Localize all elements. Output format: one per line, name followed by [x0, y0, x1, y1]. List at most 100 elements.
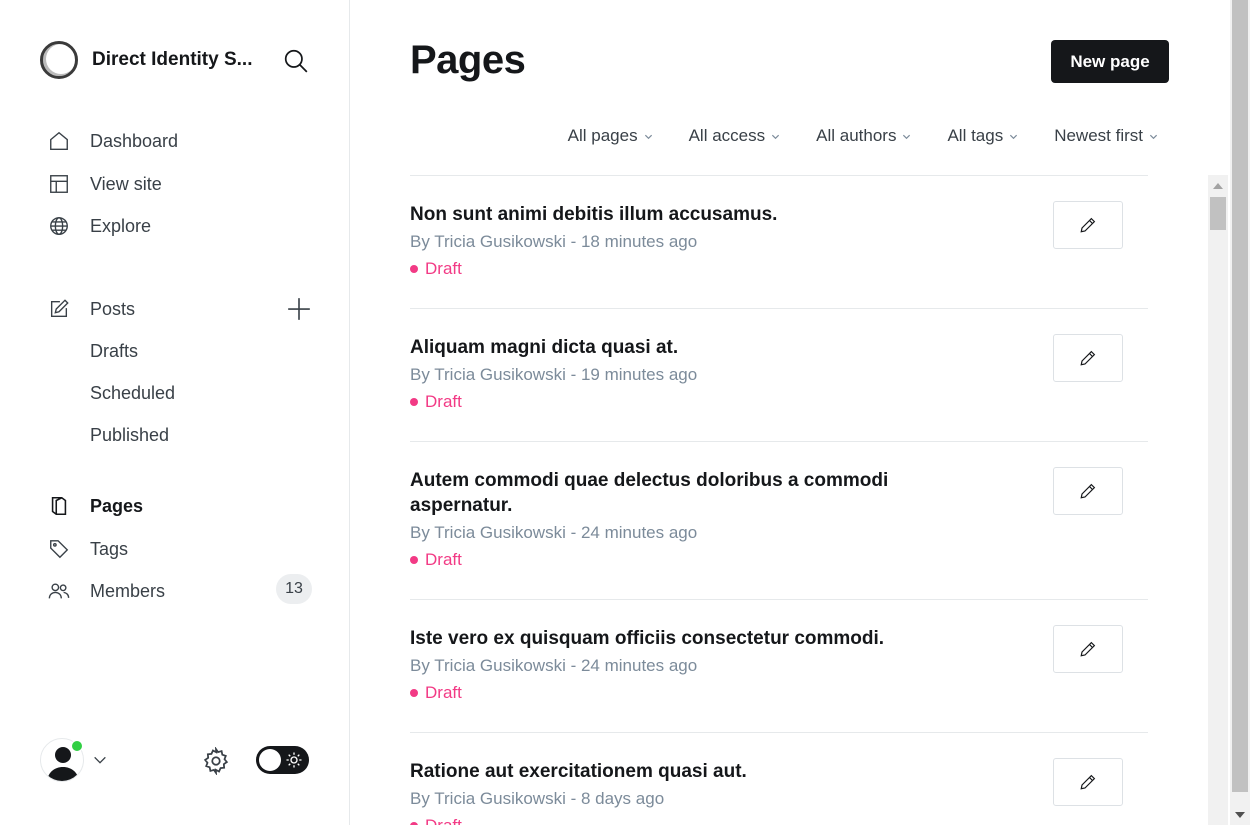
sun-icon [286, 752, 302, 768]
scrollbar-thumb[interactable] [1232, 0, 1248, 792]
status-label: Draft [425, 392, 462, 411]
status-label: Draft [425, 816, 462, 825]
edit-page-button[interactable] [1053, 625, 1123, 673]
pencil-icon [1080, 350, 1096, 366]
new-page-button[interactable]: New page [1051, 40, 1169, 83]
theme-toggle[interactable] [256, 746, 309, 774]
list-item: Aliquam magni dicta quasi at. By Tricia … [410, 308, 1148, 441]
site-name: Direct Identity S... [92, 49, 253, 70]
filter-label: All authors [816, 126, 897, 145]
edit-page-button[interactable] [1053, 334, 1123, 382]
page-meta: By Tricia Gusikowski - 19 minutes ago [410, 365, 698, 384]
status-badge: Draft [410, 259, 462, 279]
filter-label: All access [688, 126, 766, 145]
page-title-link[interactable]: Iste vero ex quisquam officiis consectet… [410, 626, 930, 651]
page-meta: By Tricia Gusikowski - 24 minutes ago [410, 523, 698, 542]
filter-label: Newest first [1054, 126, 1143, 145]
pages-list: Non sunt animi debitis illum accusamus. … [410, 175, 1148, 825]
page-title-link[interactable]: Non sunt animi debitis illum accusamus. [410, 202, 930, 227]
chevron-down-icon [772, 134, 780, 139]
status-label: Draft [425, 550, 462, 569]
list-item: Iste vero ex quisquam officiis consectet… [410, 599, 1148, 732]
nav-drafts[interactable]: Drafts [90, 336, 138, 366]
nav-members[interactable]: Members 13 [40, 574, 312, 608]
status-dot [410, 265, 418, 273]
status-badge: Draft [410, 683, 462, 703]
list-item: Autem commodi quae delectus doloribus a … [410, 441, 1148, 599]
edit-page-button[interactable] [1053, 758, 1123, 806]
nav-label: Pages [90, 495, 144, 516]
scrollbar-thumb[interactable] [1210, 197, 1226, 230]
toggle-knob [259, 749, 281, 771]
status-label: Draft [425, 683, 462, 702]
add-post-icon[interactable] [286, 296, 312, 322]
status-badge: Draft [410, 816, 462, 825]
sidebar: Direct Identity S... Dashboard View site… [0, 0, 350, 825]
nav-label: Dashboard [90, 130, 179, 151]
home-icon [47, 129, 71, 153]
pencil-icon [1080, 217, 1096, 233]
search-icon[interactable] [283, 48, 309, 74]
nav-tags[interactable]: Tags [40, 532, 312, 566]
status-label: Draft [425, 259, 462, 278]
site-logo [40, 41, 78, 79]
chevron-down-icon [94, 756, 106, 764]
edit-page-button[interactable] [1053, 201, 1123, 249]
nav-explore[interactable]: Explore [40, 209, 312, 243]
nav-view-site[interactable]: View site [40, 167, 312, 201]
page-title: Pages [410, 38, 526, 82]
page-title-link[interactable]: Autem commodi quae delectus doloribus a … [410, 468, 930, 518]
nav-dashboard[interactable]: Dashboard [40, 124, 312, 158]
nav-label: Explore [90, 215, 152, 236]
nav-published[interactable]: Published [90, 420, 169, 450]
pencil-icon [1080, 483, 1096, 499]
chevron-down-icon [903, 134, 911, 139]
nav-pages[interactable]: Pages [40, 489, 312, 523]
status-dot [410, 556, 418, 564]
status-badge: Draft [410, 392, 462, 412]
filter-access[interactable]: All access [689, 126, 781, 146]
user-menu[interactable] [40, 738, 112, 782]
chevron-down-icon [1010, 134, 1018, 139]
book-icon [47, 494, 71, 518]
nav-scheduled[interactable]: Scheduled [90, 378, 175, 408]
filter-sort[interactable]: Newest first [1054, 126, 1158, 146]
nav-label: Members [90, 580, 166, 601]
page-title-link[interactable]: Ratione aut exercitationem quasi aut. [410, 759, 930, 784]
scroll-up-arrow[interactable] [1213, 183, 1223, 189]
filter-tags[interactable]: All tags [947, 126, 1018, 146]
window-scrollbar[interactable] [1230, 0, 1250, 825]
chevron-down-icon [1149, 134, 1158, 139]
filter-type[interactable]: All pages [568, 126, 653, 146]
list-scrollbar[interactable] [1208, 175, 1228, 825]
edit-page-button[interactable] [1053, 467, 1123, 515]
filter-label: All tags [947, 126, 1004, 145]
nav-posts[interactable]: Posts [40, 292, 312, 326]
nav-label: Posts [90, 298, 136, 319]
filter-bar: All pages All access All authors All tag… [568, 126, 1158, 146]
pencil-icon [1080, 774, 1096, 790]
globe-icon [47, 214, 71, 238]
edit-icon [47, 297, 71, 321]
status-dot [410, 689, 418, 697]
members-count-badge: 13 [276, 574, 312, 604]
page-title-link[interactable]: Aliquam magni dicta quasi at. [410, 335, 930, 360]
layout-icon [47, 172, 71, 196]
page-meta: By Tricia Gusikowski - 24 minutes ago [410, 656, 698, 675]
main-content: Pages New page All pages All access All … [350, 0, 1230, 825]
status-badge: Draft [410, 550, 462, 570]
status-dot [410, 398, 418, 406]
users-icon [47, 579, 71, 603]
gear-icon[interactable] [202, 747, 230, 775]
online-status-dot [71, 740, 83, 752]
nav-label: View site [90, 173, 162, 194]
scroll-down-arrow[interactable] [1235, 812, 1245, 818]
nav-label: Tags [90, 538, 129, 559]
filter-label: All pages [567, 126, 638, 145]
filter-authors[interactable]: All authors [816, 126, 911, 146]
page-meta: By Tricia Gusikowski - 18 minutes ago [410, 232, 698, 251]
list-item: Ratione aut exercitationem quasi aut. By… [410, 732, 1148, 825]
page-meta: By Tricia Gusikowski - 8 days ago [410, 789, 665, 808]
site-brand[interactable]: Direct Identity S... [40, 40, 320, 80]
chevron-down-icon [644, 134, 652, 139]
